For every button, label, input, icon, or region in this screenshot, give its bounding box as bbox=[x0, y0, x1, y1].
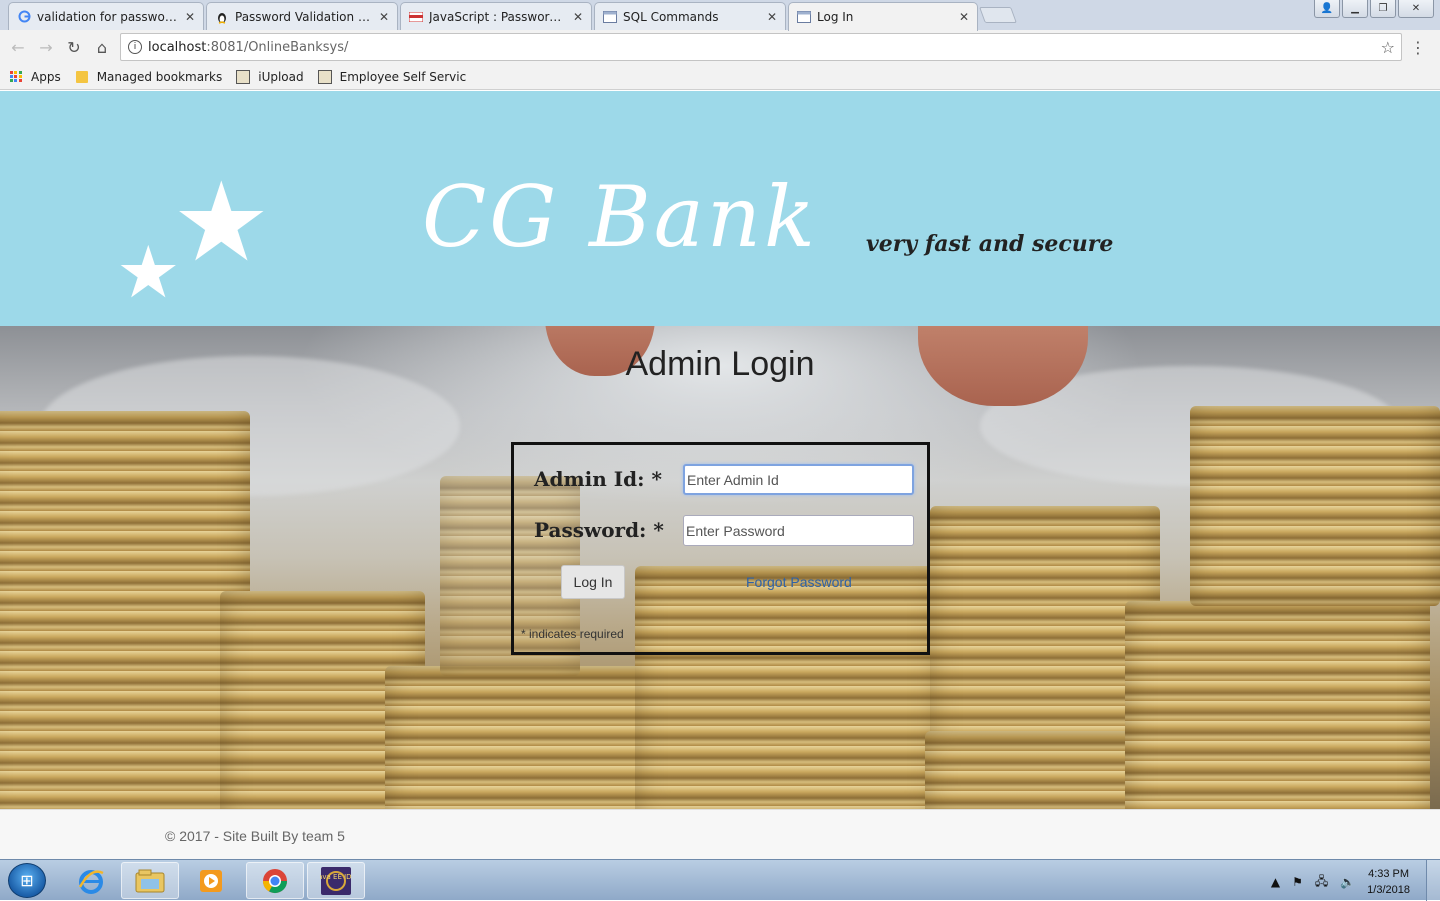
star-icon: ★ bbox=[172, 158, 271, 286]
url-host: localhost bbox=[148, 39, 207, 55]
footer-copyright: © 2017 - Site Built By team 5 bbox=[165, 828, 345, 844]
tab-log-in[interactable]: Log In ✕ bbox=[788, 2, 978, 31]
start-button[interactable]: ⊞ bbox=[8, 863, 46, 898]
taskbar-clock[interactable]: 4:33 PM 1/3/2018 bbox=[1367, 866, 1410, 898]
forward-arrow-icon[interactable]: → bbox=[36, 37, 56, 57]
close-tab-icon[interactable]: ✕ bbox=[767, 10, 777, 24]
new-tab-button[interactable] bbox=[979, 7, 1017, 23]
w3resource-icon bbox=[409, 10, 423, 24]
penguin-icon bbox=[215, 10, 229, 24]
close-window-button[interactable]: ✕ bbox=[1398, 0, 1434, 18]
network-icon[interactable]: 🖧 bbox=[1315, 872, 1328, 893]
show-hidden-icons-arrow[interactable]: ▲ bbox=[1271, 875, 1280, 889]
admin-id-placeholder: Enter Admin Id bbox=[687, 471, 779, 488]
page-title: Admin Login bbox=[625, 345, 815, 383]
star-icon: ★ bbox=[116, 230, 181, 314]
address-bar[interactable]: i localhost:8081/OnlineBanksys/ ☆ bbox=[120, 33, 1402, 61]
info-icon[interactable]: i bbox=[128, 40, 142, 54]
folder-icon bbox=[75, 70, 89, 84]
required-mark: * bbox=[653, 518, 664, 542]
admin-id-input[interactable]: Enter Admin Id bbox=[683, 464, 914, 495]
close-tab-icon[interactable]: ✕ bbox=[959, 10, 969, 24]
password-label: Password: * bbox=[534, 518, 664, 542]
tab-password-validation[interactable]: Password Validation usin ✕ bbox=[206, 2, 398, 30]
bookmark-employee-self-service[interactable]: Employee Self Servic bbox=[317, 69, 467, 84]
restore-button[interactable]: ❐ bbox=[1370, 0, 1396, 18]
menu-dots-icon[interactable]: ⋮ bbox=[1410, 38, 1426, 57]
browser-tab-strip: validation for password - ✕ Password Val… bbox=[0, 0, 1440, 31]
window-controls: 👤 ▁ ❐ ✕ bbox=[1314, 0, 1434, 18]
bookmark-label: iUpload bbox=[258, 69, 304, 84]
reload-icon[interactable]: ↻ bbox=[64, 37, 84, 57]
minimize-button[interactable]: ▁ bbox=[1342, 0, 1368, 18]
coin-stack bbox=[1125, 601, 1430, 809]
volume-icon[interactable]: 🔈 bbox=[1340, 875, 1355, 889]
browser-toolbar: ← → ↻ ⌂ i localhost:8081/OnlineBanksys/ … bbox=[0, 30, 1440, 64]
chrome-icon[interactable] bbox=[246, 862, 304, 899]
apps-grid-icon bbox=[10, 70, 22, 83]
tab-title: JavaScript : Password val bbox=[429, 9, 567, 24]
password-placeholder: Enter Password bbox=[686, 522, 785, 539]
system-tray: ▲ ⚑ 🖧 🔈 4:33 PM 1/3/2018 bbox=[1271, 866, 1410, 898]
bank-tagline: very fast and secure bbox=[866, 231, 1114, 257]
tab-validation-for-password[interactable]: validation for password - ✕ bbox=[8, 2, 204, 30]
required-note: * indicates required bbox=[521, 627, 624, 641]
password-label-text: Password: bbox=[534, 518, 647, 542]
forgot-password-link[interactable]: Forgot Password bbox=[746, 574, 852, 590]
java-ide-label: Java EE IDE bbox=[320, 873, 352, 881]
close-tab-icon[interactable]: ✕ bbox=[573, 10, 583, 24]
bookmark-managed[interactable]: Managed bookmarks bbox=[75, 69, 223, 84]
bookmark-label: Employee Self Servic bbox=[339, 69, 467, 84]
site-footer: © 2017 - Site Built By team 5 bbox=[0, 809, 1440, 859]
show-desktop-button[interactable] bbox=[1426, 860, 1440, 901]
required-mark: * bbox=[651, 467, 662, 491]
internet-explorer-icon[interactable] bbox=[62, 862, 120, 899]
page-icon bbox=[797, 10, 811, 24]
tab-title: validation for password - bbox=[37, 9, 179, 24]
google-icon bbox=[17, 10, 31, 24]
admin-id-label-text: Admin Id: bbox=[534, 467, 645, 491]
file-explorer-icon[interactable] bbox=[121, 862, 179, 899]
page-icon bbox=[236, 69, 251, 84]
bank-logo-text: CG Bank bbox=[422, 168, 818, 266]
login-button[interactable]: Log In bbox=[561, 565, 625, 599]
tab-sql-commands[interactable]: SQL Commands ✕ bbox=[594, 2, 786, 30]
media-player-icon[interactable] bbox=[182, 862, 240, 899]
address-url: localhost:8081/OnlineBanksys/ bbox=[148, 40, 348, 55]
bookmark-apps[interactable]: Apps bbox=[10, 70, 61, 84]
coin-stack bbox=[1190, 406, 1440, 606]
clock-date: 1/3/2018 bbox=[1367, 884, 1410, 896]
close-tab-icon[interactable]: ✕ bbox=[379, 10, 389, 24]
bookmark-iupload[interactable]: iUpload bbox=[236, 69, 304, 84]
clock-time: 4:33 PM bbox=[1368, 868, 1410, 880]
user-profile-icon[interactable]: 👤 bbox=[1314, 0, 1340, 18]
page-icon bbox=[317, 69, 332, 84]
tab-title: Password Validation usin bbox=[235, 9, 373, 24]
bookmark-label: Apps bbox=[31, 69, 61, 84]
tab-title: SQL Commands bbox=[623, 9, 719, 24]
coin-stack bbox=[0, 411, 250, 809]
flag-icon[interactable]: ⚑ bbox=[1292, 875, 1303, 889]
password-input[interactable]: Enter Password bbox=[683, 515, 914, 546]
tab-javascript-password[interactable]: JavaScript : Password val ✕ bbox=[400, 2, 592, 30]
bookmarks-bar: Apps Managed bookmarks iUpload Employee … bbox=[0, 64, 1440, 90]
close-tab-icon[interactable]: ✕ bbox=[185, 10, 195, 24]
tab-title: Log In bbox=[817, 10, 854, 24]
back-arrow-icon[interactable]: ← bbox=[8, 37, 28, 57]
url-path: :8081/OnlineBanksys/ bbox=[206, 39, 349, 55]
admin-id-label: Admin Id: * bbox=[534, 467, 662, 491]
windows-taskbar: ⊞ Java EE IDE ▲ ⚑ 🖧 🔈 4:33 PM 1/3/2018 bbox=[0, 859, 1440, 901]
bookmark-label: Managed bookmarks bbox=[96, 69, 223, 84]
bookmark-star-icon[interactable]: ☆ bbox=[1381, 38, 1395, 57]
page-icon bbox=[603, 10, 617, 24]
java-ee-ide-icon[interactable]: Java EE IDE bbox=[307, 862, 365, 899]
home-icon[interactable]: ⌂ bbox=[92, 37, 112, 57]
